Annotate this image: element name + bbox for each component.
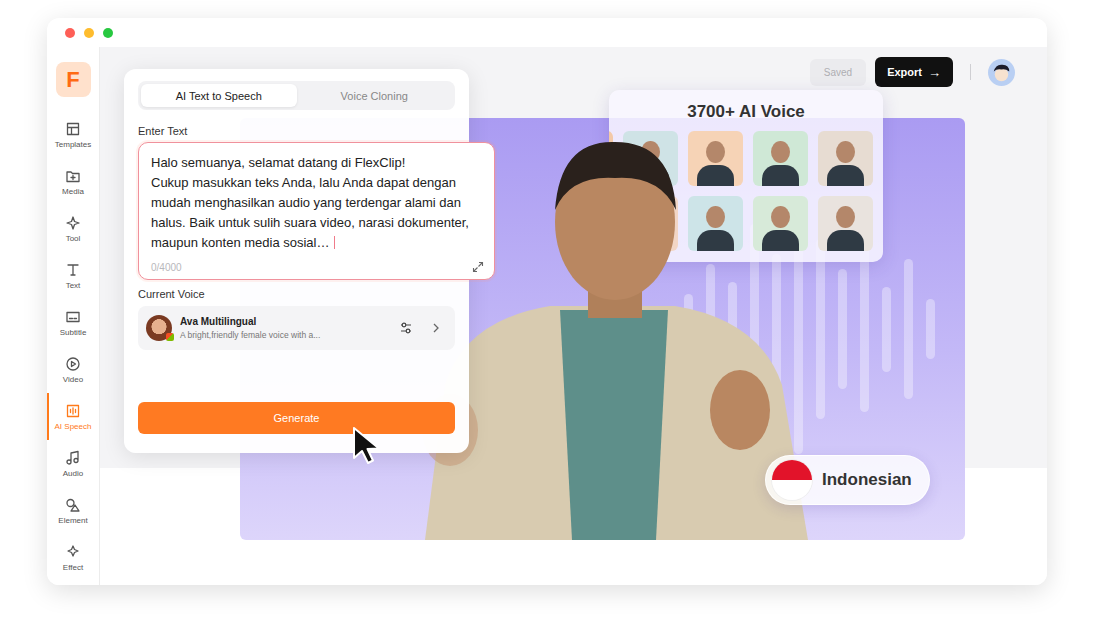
sidebar-item[interactable]: Templates xyxy=(47,111,99,158)
saved-status: Saved xyxy=(810,59,866,86)
page: F Templates Media Tool Text Subtitle Vid… xyxy=(0,0,1094,635)
wave-bar xyxy=(860,247,869,412)
effect-icon xyxy=(65,544,81,560)
voice-thumbnail[interactable] xyxy=(753,196,808,251)
tab[interactable]: AI Text to Speech xyxy=(141,84,297,107)
chevron-right-icon[interactable] xyxy=(429,321,443,335)
voice-thumbnail[interactable] xyxy=(818,196,873,251)
voice-thumbnail[interactable] xyxy=(753,131,808,186)
export-button[interactable]: Export → xyxy=(875,57,953,87)
play-icon xyxy=(65,356,81,372)
arrow-icon: → xyxy=(928,65,941,80)
flag-badge-icon xyxy=(166,333,174,341)
expand-icon[interactable] xyxy=(472,261,484,273)
indonesia-flag-icon xyxy=(772,460,812,500)
generate-button[interactable]: Generate xyxy=(138,402,455,434)
voice-label: Current Voice xyxy=(138,288,455,300)
voice-thumbnail[interactable] xyxy=(688,131,743,186)
speech-icon xyxy=(65,403,81,419)
editor-area: Saved Export → 3700+ AI Voice AI Text to… xyxy=(100,47,1047,585)
template-icon xyxy=(65,121,81,137)
wave-bar xyxy=(882,287,891,372)
tab[interactable]: Voice Cloning xyxy=(297,84,453,107)
sidebar-item[interactable]: Element xyxy=(47,487,99,534)
sparkle-icon xyxy=(65,215,81,231)
text-icon xyxy=(65,262,81,278)
sidebar-item[interactable]: Text xyxy=(47,252,99,299)
input-label: Enter Text xyxy=(138,124,455,138)
sidebar-item[interactable]: Subtitle xyxy=(47,299,99,346)
voice-avatar xyxy=(146,315,172,341)
voice-selector[interactable]: Ava Multilingual A bright,friendly femal… xyxy=(138,306,455,350)
sidebar-item[interactable]: Media xyxy=(47,158,99,205)
text-input[interactable]: Halo semuanya, selamat datang di FlexCli… xyxy=(138,142,495,280)
mouse-cursor-icon xyxy=(350,425,386,465)
sidebar-item[interactable]: Audio xyxy=(47,440,99,487)
divider xyxy=(970,64,971,80)
logo[interactable]: F xyxy=(56,62,91,97)
shapes-icon xyxy=(65,497,81,513)
language-badge: Indonesian xyxy=(765,455,930,505)
wave-bar xyxy=(816,239,825,419)
minimize-dot[interactable] xyxy=(84,28,94,38)
wave-bar xyxy=(926,299,935,359)
maximize-dot[interactable] xyxy=(103,28,113,38)
sidebar: F Templates Media Tool Text Subtitle Vid… xyxy=(47,47,100,585)
app-window: F Templates Media Tool Text Subtitle Vid… xyxy=(47,18,1047,585)
folder-icon xyxy=(65,168,81,184)
sliders-icon[interactable] xyxy=(399,321,413,335)
sidebar-item[interactable]: AI Speech xyxy=(47,393,99,440)
title-bar xyxy=(47,18,1047,47)
wave-bar xyxy=(838,269,847,389)
tab-bar: AI Text to SpeechVoice Cloning xyxy=(138,81,455,110)
user-avatar-icon[interactable] xyxy=(988,59,1015,86)
sidebar-item[interactable]: Video xyxy=(47,346,99,393)
sidebar-item[interactable]: Tool xyxy=(47,205,99,252)
speech-panel: AI Text to SpeechVoice Cloning Enter Tex… xyxy=(124,69,469,453)
music-icon xyxy=(65,450,81,466)
voice-thumbnail[interactable] xyxy=(818,131,873,186)
voice-thumbnail[interactable] xyxy=(688,196,743,251)
sidebar-item[interactable]: Effect xyxy=(47,534,99,581)
close-dot[interactable] xyxy=(65,28,75,38)
subtitle-icon xyxy=(65,309,81,325)
wave-bar xyxy=(904,259,913,399)
char-counter: 0/4000 xyxy=(151,262,182,273)
